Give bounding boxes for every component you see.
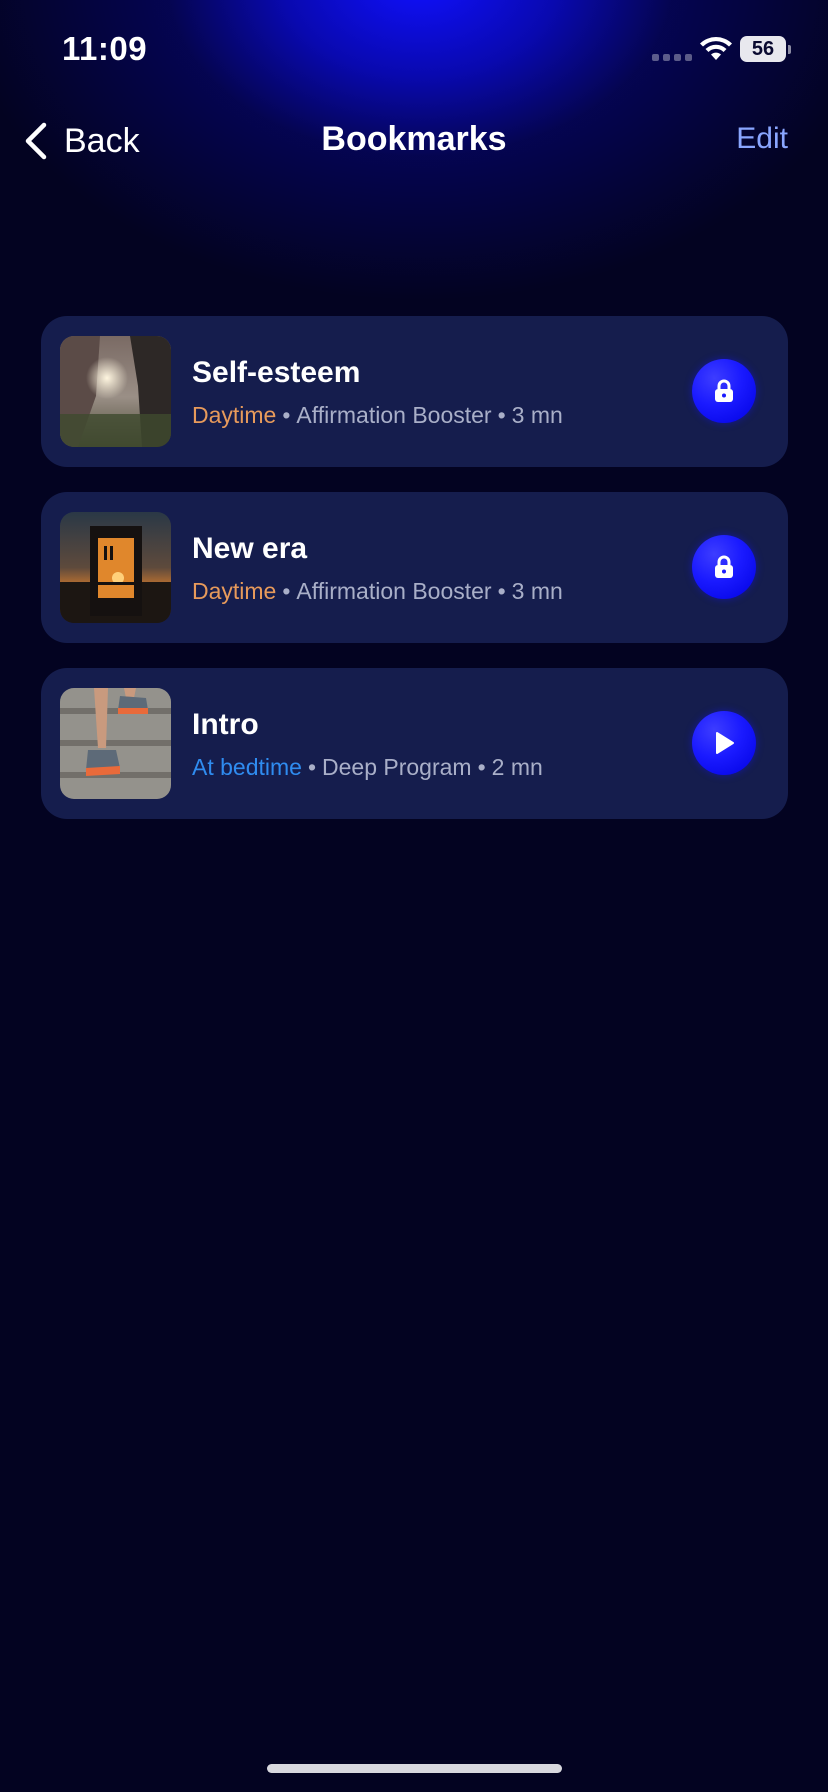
program-label: Affirmation Booster bbox=[296, 402, 492, 428]
chevron-left-icon bbox=[25, 122, 47, 160]
bookmark-meta: At bedtime • Deep Program • 2 mn bbox=[192, 754, 543, 781]
thumbnail-sunset-door-image bbox=[60, 512, 171, 623]
meta-separator: • bbox=[497, 402, 506, 428]
timing-label: Daytime bbox=[192, 402, 277, 428]
meta-separator: • bbox=[477, 754, 486, 780]
thumbnail-stairs-runner-image bbox=[60, 688, 171, 799]
bookmark-title: Self-esteem bbox=[192, 356, 361, 389]
locked-button[interactable] bbox=[692, 535, 756, 599]
edit-button[interactable]: Edit bbox=[736, 122, 788, 156]
meta-separator: • bbox=[307, 754, 317, 780]
program-label: Affirmation Booster bbox=[296, 578, 492, 604]
cellular-signal-icon bbox=[652, 54, 692, 62]
duration-label: 3 mn bbox=[511, 402, 563, 428]
back-label: Back bbox=[64, 121, 140, 160]
duration-label: 2 mn bbox=[491, 754, 543, 780]
program-label: Deep Program bbox=[322, 754, 472, 780]
thumbnail-friends-image bbox=[60, 336, 171, 447]
bookmarks-screen: 11:09 56 Back Bookmarks Edit Self-esteem… bbox=[0, 0, 828, 1792]
battery-level: 56 bbox=[740, 36, 786, 62]
navigation-bar: Back Bookmarks Edit bbox=[0, 100, 828, 180]
bookmark-list: Self-esteem Daytime • Affirmation Booster •… bbox=[41, 316, 788, 844]
bookmark-meta: Daytime • Affirmation Booster • 3 mn bbox=[192, 578, 563, 605]
home-indicator[interactable] bbox=[267, 1764, 562, 1773]
bookmark-item-new-era[interactable]: New era Daytime • Affirmation Booster • 3 mn bbox=[41, 492, 788, 643]
play-button[interactable] bbox=[692, 711, 756, 775]
timing-label: Daytime bbox=[192, 578, 277, 604]
wifi-icon bbox=[700, 37, 732, 60]
bookmark-title: New era bbox=[192, 532, 308, 565]
battery-icon: 56 bbox=[740, 36, 791, 62]
lock-icon bbox=[715, 555, 733, 578]
bookmark-meta: Daytime • Affirmation Booster • 3 mn bbox=[192, 402, 563, 429]
duration-label: 3 mn bbox=[511, 578, 563, 604]
locked-button[interactable] bbox=[692, 359, 756, 423]
bookmark-item-self-esteem[interactable]: Self-esteem Daytime • Affirmation Booster •… bbox=[41, 316, 788, 467]
status-bar: 11:09 56 bbox=[0, 0, 828, 100]
play-icon bbox=[716, 732, 734, 754]
lock-icon bbox=[715, 379, 733, 402]
meta-separator: • bbox=[282, 402, 291, 428]
timing-label: At bedtime bbox=[192, 754, 302, 780]
meta-separator: • bbox=[282, 578, 291, 604]
back-button[interactable]: Back bbox=[22, 118, 140, 164]
bookmark-title: Intro bbox=[192, 708, 259, 741]
bookmark-item-intro[interactable]: Intro At bedtime • Deep Program • 2 mn bbox=[41, 668, 788, 819]
meta-separator: • bbox=[497, 578, 506, 604]
status-time: 11:09 bbox=[62, 30, 148, 67]
